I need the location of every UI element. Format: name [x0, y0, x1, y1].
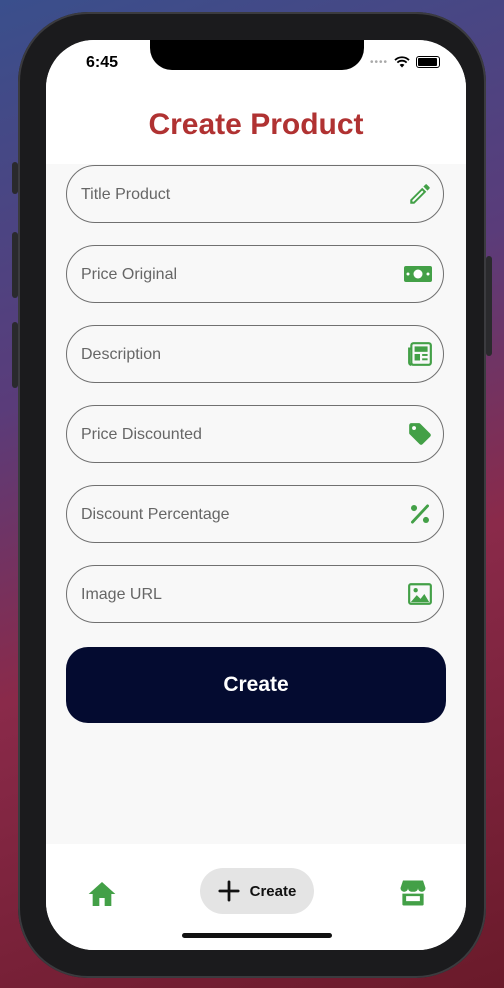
price-discounted-field[interactable] — [66, 405, 444, 464]
status-icons: •••• — [370, 56, 440, 68]
form-area: Create — [46, 164, 466, 844]
app-screen: 6:45 •••• Create Product Title Product P… — [46, 40, 466, 950]
app-header: 6:45 •••• Create Product — [46, 40, 466, 164]
image-icon — [408, 583, 432, 605]
newspaper-icon — [408, 342, 432, 366]
discount-percentage-field[interactable] — [66, 485, 444, 544]
percent-icon — [411, 504, 429, 524]
bottom-nav: Create — [46, 844, 466, 950]
plus-icon — [218, 880, 240, 902]
volume-down-button — [12, 322, 18, 388]
home-indicator[interactable] — [182, 933, 332, 938]
title-product-field[interactable] — [66, 165, 444, 224]
nav-create-button[interactable]: Create — [200, 868, 314, 914]
discount-percentage-input[interactable] — [79, 486, 383, 544]
volume-up-button — [12, 232, 18, 298]
wifi-icon — [394, 56, 410, 68]
power-button — [486, 256, 492, 356]
nav-create-label: Create — [249, 882, 297, 900]
notch — [150, 40, 364, 70]
signal-icon: •••• — [369, 56, 388, 68]
image-url-field[interactable] — [66, 565, 444, 624]
money-bill-icon — [404, 266, 432, 282]
status-time: 6:45 — [86, 54, 119, 71]
price-original-input[interactable] — [79, 246, 383, 304]
tag-icon — [409, 423, 431, 445]
store-icon[interactable] — [398, 878, 428, 908]
image-url-input[interactable] — [79, 566, 383, 624]
description-field[interactable] — [66, 325, 444, 384]
title-product-input[interactable] — [79, 166, 383, 224]
pencil-icon — [410, 184, 430, 204]
page-title: Create Product — [148, 108, 364, 141]
mute-switch — [12, 162, 18, 194]
battery-icon — [416, 56, 440, 68]
description-input[interactable] — [79, 326, 383, 384]
create-button[interactable]: Create — [66, 647, 446, 723]
price-discounted-input[interactable] — [79, 406, 383, 464]
price-original-field[interactable] — [66, 245, 444, 304]
home-icon[interactable] — [86, 878, 118, 910]
